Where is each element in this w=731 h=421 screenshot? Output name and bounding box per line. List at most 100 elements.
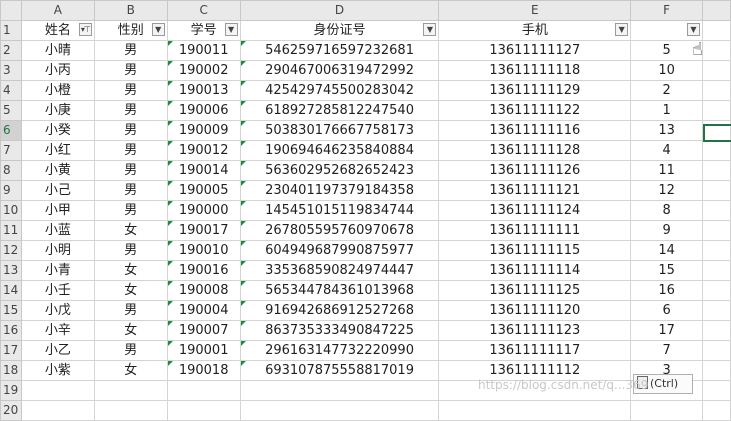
id-card-cell[interactable]: 290467006319472992 [239,60,440,81]
f-value-cell[interactable]: 4 [630,140,703,161]
phone-cell[interactable]: 13611111112 [438,360,632,381]
id-card-cell[interactable]: 296163147732220990 [239,340,440,361]
gender-cell[interactable]: 女 [93,320,168,341]
row-number[interactable]: 7 [0,140,22,161]
name-cell[interactable]: 小黄 [20,160,95,181]
f-value-cell[interactable]: 1 [630,100,703,121]
column-header-a[interactable]: A [20,0,95,21]
name-cell[interactable]: 小己 [20,180,95,201]
cell[interactable] [239,380,440,401]
gender-cell[interactable]: 女 [93,360,168,381]
id-card-cell[interactable]: 916942686912527268 [239,300,440,321]
cell[interactable] [702,300,731,321]
student-id-cell[interactable]: 190000 [166,200,241,221]
student-id-cell[interactable]: 190002 [166,60,241,81]
row-number[interactable]: 2 [0,40,22,61]
name-cell[interactable]: 小橙 [20,80,95,101]
id-card-cell[interactable]: 425429745500283042 [239,80,440,101]
f-value-cell[interactable]: 5 [630,40,703,61]
cell[interactable] [702,400,731,421]
header-cell-id-card[interactable]: 身份证号 ▼ [239,20,440,41]
row-number[interactable]: 19 [0,380,22,401]
header-cell-name[interactable]: 姓名 ▾⊤ [20,20,95,41]
name-cell[interactable]: 小戊 [20,300,95,321]
f-value-cell[interactable]: 10 [630,60,703,81]
gender-cell[interactable]: 男 [93,240,168,261]
row-number[interactable]: 15 [0,300,22,321]
header-cell-gender[interactable]: 性别 ▼ [93,20,168,41]
name-cell[interactable]: 小青 [20,260,95,281]
gender-cell[interactable]: 男 [93,180,168,201]
cell[interactable] [239,400,440,421]
phone-cell[interactable]: 13611111122 [438,100,632,121]
name-cell[interactable]: 小甲 [20,200,95,221]
student-id-cell[interactable]: 190008 [166,280,241,301]
cell[interactable] [702,260,731,281]
f-value-cell[interactable]: 9 [630,220,703,241]
id-card-cell[interactable]: 230401197379184358 [239,180,440,201]
student-id-cell[interactable]: 190006 [166,100,241,121]
cell[interactable] [702,180,731,201]
cell[interactable] [630,400,703,421]
filter-active-icon[interactable]: ▾⊤ [78,23,92,36]
name-cell[interactable]: 小明 [20,240,95,261]
cell[interactable] [20,400,95,421]
name-cell[interactable]: 小壬 [20,280,95,301]
id-card-cell[interactable]: 618927285812247540 [239,100,440,121]
row-number[interactable]: 10 [0,200,22,221]
student-id-cell[interactable]: 190005 [166,180,241,201]
phone-cell[interactable]: 13611111127 [438,40,632,61]
gender-cell[interactable]: 男 [93,200,168,221]
row-number[interactable]: 14 [0,280,22,301]
student-id-cell[interactable]: 190017 [166,220,241,241]
id-card-cell[interactable]: 563602952682652423 [239,160,440,181]
header-cell-f[interactable]: ▼ [630,20,703,41]
phone-cell[interactable]: 13611111126 [438,160,632,181]
select-all-corner[interactable] [0,0,22,21]
id-card-cell[interactable]: 565344784361013968 [239,280,440,301]
cell[interactable] [702,200,731,221]
filter-dropdown-icon[interactable]: ▼ [151,23,165,36]
row-number[interactable]: 9 [0,180,22,201]
f-value-cell[interactable]: 2 [630,80,703,101]
row-number[interactable]: 4 [0,80,22,101]
student-id-cell[interactable]: 190010 [166,240,241,261]
gender-cell[interactable]: 女 [93,260,168,281]
student-id-cell[interactable]: 190016 [166,260,241,281]
gender-cell[interactable]: 男 [93,340,168,361]
row-number[interactable]: 5 [0,100,22,121]
f-value-cell[interactable]: 12 [630,180,703,201]
header-cell-phone[interactable]: 手机 ▼ [438,20,632,41]
cell[interactable] [702,380,731,401]
gender-cell[interactable]: 男 [93,80,168,101]
header-cell-student-id[interactable]: 学号 ▼ [166,20,241,41]
name-cell[interactable]: 小紫 [20,360,95,381]
column-header-b[interactable]: B [93,0,168,21]
id-card-cell[interactable]: 267805595760970678 [239,220,440,241]
cell[interactable] [702,240,731,261]
phone-cell[interactable]: 13611111124 [438,200,632,221]
row-number[interactable]: 1 [0,20,22,41]
name-cell[interactable]: 小丙 [20,60,95,81]
row-number[interactable]: 6 [0,120,22,141]
phone-cell[interactable]: 13611111116 [438,120,632,141]
cell[interactable] [702,360,731,381]
filter-dropdown-icon[interactable]: ▼ [615,23,629,36]
student-id-cell[interactable]: 190018 [166,360,241,381]
gender-cell[interactable]: 男 [93,60,168,81]
column-header-g[interactable] [702,0,731,21]
student-id-cell[interactable]: 190012 [166,140,241,161]
gender-cell[interactable]: 男 [93,140,168,161]
phone-cell[interactable]: 13611111115 [438,240,632,261]
f-value-cell[interactable]: 17 [630,320,703,341]
row-number[interactable]: 13 [0,260,22,281]
cell[interactable] [702,280,731,301]
phone-cell[interactable]: 13611111117 [438,340,632,361]
paste-options-button[interactable]: (Ctrl) [633,374,693,394]
student-id-cell[interactable]: 190007 [166,320,241,341]
cell[interactable] [702,340,731,361]
name-cell[interactable]: 小癸 [20,120,95,141]
cell[interactable] [702,60,731,81]
row-number[interactable]: 11 [0,220,22,241]
cell[interactable] [702,140,731,161]
